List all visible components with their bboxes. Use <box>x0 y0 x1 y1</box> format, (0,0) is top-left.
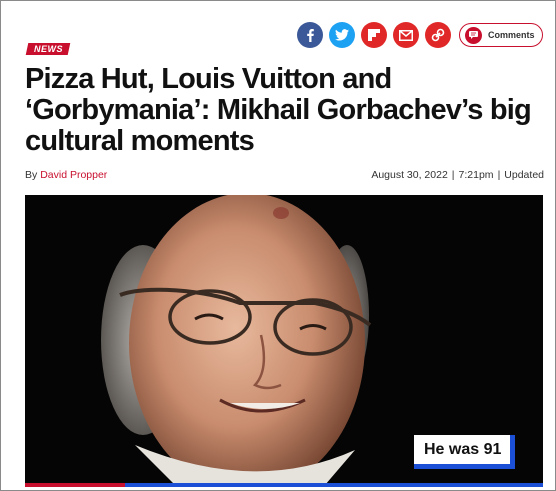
author-link[interactable]: David Propper <box>40 169 107 181</box>
photo-accent-strip <box>25 483 543 487</box>
share-bar: Comments <box>297 22 543 48</box>
facebook-icon <box>307 29 314 42</box>
facebook-share-button[interactable] <box>297 22 323 48</box>
meta-divider: | <box>451 169 455 181</box>
copy-link-button[interactable] <box>425 22 451 48</box>
meta-divider: | <box>497 169 501 181</box>
byline-prefix: By <box>25 169 38 181</box>
publish-date: August 30, 2022 <box>371 169 448 181</box>
comments-button[interactable]: Comments <box>459 23 543 47</box>
flipboard-icon <box>368 29 380 41</box>
twitter-icon <box>335 29 349 41</box>
accent-strip-blue <box>125 483 543 487</box>
email-icon <box>399 29 413 41</box>
twitter-share-button[interactable] <box>329 22 355 48</box>
section-tag[interactable]: NEWS <box>25 43 71 55</box>
article-meta: August 30, 2022 | 7:21pm | Updated <box>371 169 544 181</box>
comment-bubble-icon <box>465 26 482 44</box>
flipboard-share-button[interactable] <box>361 22 387 48</box>
publish-time: 7:21pm <box>458 169 494 181</box>
hero-photo[interactable]: He was 91 <box>25 195 543 485</box>
comments-label: Comments <box>488 30 535 40</box>
link-icon <box>431 28 445 42</box>
photo-caption-badge: He was 91 <box>414 435 516 469</box>
section-tag-label: NEWS <box>34 44 63 54</box>
byline: By David Propper <box>25 169 107 181</box>
updated-label[interactable]: Updated <box>504 169 544 181</box>
article-headline: Pizza Hut, Louis Vuitton and ‘Gorbymania… <box>25 63 532 157</box>
email-share-button[interactable] <box>393 22 419 48</box>
